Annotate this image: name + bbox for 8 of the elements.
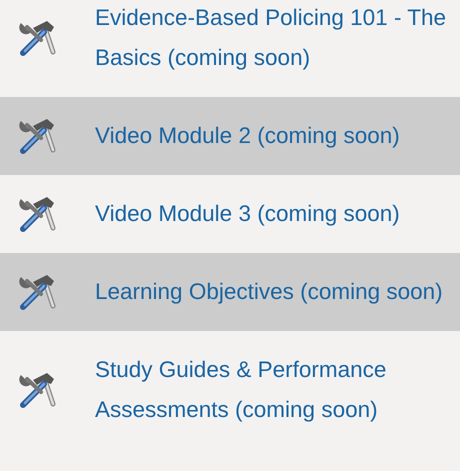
module-link[interactable]: Video Module 3 (coming soon) — [95, 194, 457, 234]
tools-icon — [17, 272, 57, 312]
module-link[interactable]: Study Guides & Performance Assessments (coming soon) — [95, 350, 457, 430]
tools-icon — [17, 194, 57, 234]
module-link[interactable]: Evidence-Based Policing 101 - The Basics (coming soon) — [95, 0, 457, 78]
tools-icon — [17, 370, 57, 410]
tools-icon — [17, 18, 57, 58]
tools-icon — [17, 116, 57, 156]
